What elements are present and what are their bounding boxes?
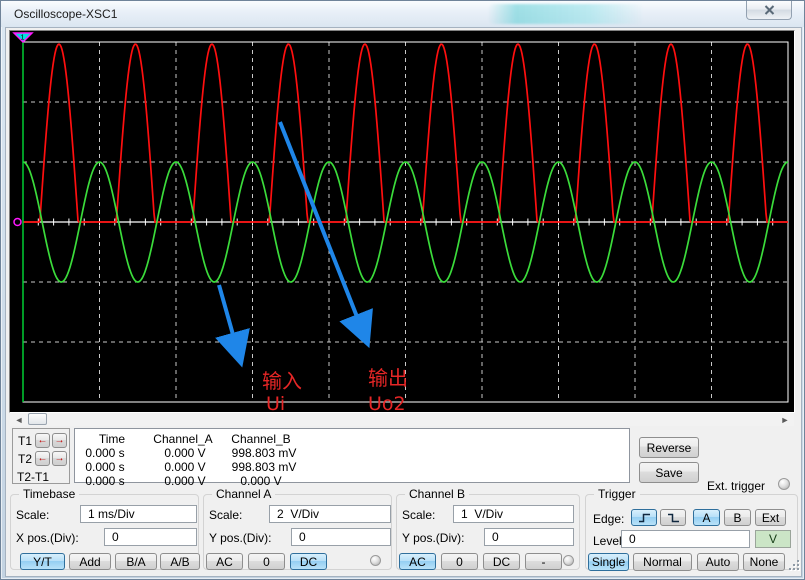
oscilloscope-window: Oscilloscope-XSC1 1 (0, 0, 805, 580)
annotation-output-symbol: Uo2 (368, 393, 406, 412)
channel-a-scale-label: Scale: (209, 508, 242, 522)
channel-a-ac-button[interactable]: AC (206, 553, 243, 570)
timebase-yt-button[interactable]: Y/T (20, 553, 65, 570)
cursor-diff-label: T2-T1 (17, 470, 49, 484)
t1-right-button[interactable]: → (52, 433, 67, 448)
trigger-level-unit-select[interactable]: V (755, 530, 791, 548)
trigger-edge-label: Edge: (593, 512, 624, 526)
resize-grip[interactable] (788, 559, 802, 573)
axis-origin-marker-icon[interactable] (14, 219, 21, 226)
close-button[interactable] (746, 1, 792, 20)
timebase-title: Timebase (19, 487, 79, 501)
t1-time: 0.000 s (85, 446, 124, 460)
t2-left-button[interactable]: ← (35, 451, 50, 466)
diff-channel-a: 0.000 V (164, 474, 205, 488)
diff-channel-b: 0.000 V (240, 474, 281, 488)
trigger-source-b-button[interactable]: B (724, 509, 751, 526)
trigger-auto-button[interactable]: Auto (697, 553, 739, 571)
channel-a-zero-button[interactable]: 0 (248, 553, 285, 570)
channel-b-ypos-input[interactable]: 0 (484, 528, 574, 546)
trigger-normal-button[interactable]: Normal (633, 553, 692, 571)
trigger-source-a-button[interactable]: A (693, 509, 720, 526)
scope-hscrollbar[interactable]: ◄ ► (10, 413, 794, 426)
close-icon (764, 5, 775, 15)
reverse-button[interactable]: Reverse (639, 437, 699, 458)
trigger-none-button[interactable]: None (743, 553, 785, 571)
scope-graticule: 1 输入 Ui 输出 Uo2 (10, 31, 794, 412)
trigger-title: Trigger (594, 487, 640, 501)
timebase-ab-button[interactable]: A/B (160, 553, 200, 570)
timebase-xpos-label: X pos.(Div): (16, 531, 79, 545)
rising-edge-icon (638, 512, 651, 524)
scroll-left-icon[interactable]: ◄ (12, 413, 26, 426)
t1-left-button[interactable]: ← (35, 433, 50, 448)
timebase-group: Timebase Scale: 1 ms/Div X pos.(Div): 0 … (10, 494, 199, 570)
channel-b-terminal-icon[interactable] (563, 555, 574, 566)
t2-time: 0.000 s (85, 460, 124, 474)
arrow-right-icon: → (55, 435, 65, 446)
timebase-scale-input[interactable]: 1 ms/Div (80, 505, 197, 523)
t1-channel-a: 0.000 V (164, 446, 205, 460)
channel-b-scale-input[interactable]: 1 V/Div (453, 505, 574, 523)
cursor1-number: 1 (21, 35, 25, 42)
channel-a-group: Channel A Scale: 2 V/Div Y pos.(Div): 0 … (203, 494, 392, 570)
channel-b-invert-button[interactable]: - (525, 553, 562, 570)
timebase-ba-button[interactable]: B/A (115, 553, 157, 570)
channel-b-ac-button[interactable]: AC (399, 553, 436, 570)
arrow-left-icon: ← (38, 453, 48, 464)
ext-trigger-terminal-icon[interactable] (778, 478, 790, 490)
falling-edge-icon (667, 512, 680, 524)
channel-b-group: Channel B Scale: 1 V/Div Y pos.(Div): 0 … (396, 494, 580, 570)
annotation-output-label: 输出 (368, 366, 408, 390)
diff-time: 0.000 s (85, 474, 124, 488)
t2-right-button[interactable]: → (52, 451, 67, 466)
trigger-single-button[interactable]: Single (588, 553, 629, 571)
annotation-input-symbol: Ui (266, 393, 285, 412)
col-header-channel-b: Channel_B (231, 432, 290, 446)
annotation-arrow-output (280, 122, 365, 337)
annotation-arrow-input (219, 285, 239, 356)
ext-trigger-label: Ext. trigger (707, 479, 765, 493)
col-header-time: Time (99, 432, 125, 446)
channel-a-dc-button[interactable]: DC (290, 553, 327, 570)
t2-channel-a: 0.000 V (164, 460, 205, 474)
t2-channel-b: 998.803 mV (232, 460, 297, 474)
cursor-control-box: T1 ← → T2 ← → T2-T1 (12, 428, 70, 484)
channel-b-scale-label: Scale: (402, 508, 435, 522)
background-window-bleed (488, 4, 644, 24)
timebase-xpos-input[interactable]: 0 (104, 528, 197, 546)
channel-a-terminal-icon[interactable] (370, 555, 381, 566)
channel-b-zero-button[interactable]: 0 (441, 553, 478, 570)
scroll-thumb[interactable] (28, 413, 47, 425)
scope-display[interactable]: 1 输入 Ui 输出 Uo2 (9, 30, 795, 413)
channel-a-ypos-input[interactable]: 0 (291, 528, 391, 546)
trigger-rising-edge-button[interactable] (631, 509, 657, 526)
annotation-input-label: 输入 (262, 369, 302, 393)
timebase-add-button[interactable]: Add (69, 553, 111, 570)
scroll-right-icon[interactable]: ► (778, 413, 792, 426)
t1-channel-b: 998.803 mV (232, 446, 297, 460)
channel-b-dc-button[interactable]: DC (483, 553, 520, 570)
arrow-left-icon: ← (38, 435, 48, 446)
dialog-body: 1 输入 Ui 输出 Uo2 ◄ ► T1 ← → T2 (5, 27, 802, 577)
channel-a-title: Channel A (212, 487, 275, 501)
save-button[interactable]: Save (639, 462, 699, 483)
trigger-source-ext-button[interactable]: Ext (755, 509, 786, 526)
measurement-table: Time Channel_A Channel_B 0.000 s 0.000 V… (74, 428, 630, 483)
arrow-right-icon: → (55, 453, 65, 464)
title-bar[interactable]: Oscilloscope-XSC1 (1, 1, 804, 27)
trigger-level-input[interactable]: 0 (621, 530, 750, 548)
window-title: Oscilloscope-XSC1 (14, 7, 117, 21)
trigger-group: Trigger Edge: A B Ext Level: 0 V Single … (585, 494, 798, 570)
timebase-scale-label: Scale: (16, 508, 49, 522)
cursor-t2-label: T2 (18, 452, 32, 466)
channel-b-title: Channel B (405, 487, 469, 501)
col-header-channel-a: Channel_A (153, 432, 212, 446)
channel-b-ypos-label: Y pos.(Div): (402, 531, 464, 545)
cursor-t1-label: T1 (18, 434, 32, 448)
channel-a-ypos-label: Y pos.(Div): (209, 531, 271, 545)
trigger-falling-edge-button[interactable] (660, 509, 686, 526)
channel-a-scale-input[interactable]: 2 V/Div (269, 505, 391, 523)
